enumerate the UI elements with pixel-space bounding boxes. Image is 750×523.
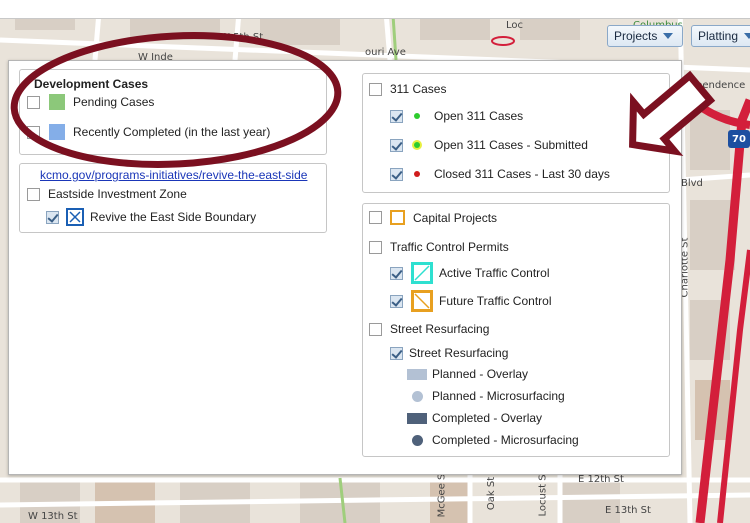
platting-menu-button[interactable]: Platting (691, 25, 750, 47)
future-traffic-row[interactable]: Future Traffic Control (390, 290, 552, 312)
map-street-label: McGee St (436, 469, 448, 518)
planned-overlay-label: Planned - Overlay (432, 367, 529, 381)
completed-micro-label: Completed - Microsurfacing (432, 433, 579, 447)
legend-completed-micro: Completed - Microsurfacing (407, 433, 579, 447)
planned-overlay-swatch (407, 368, 427, 380)
future-traffic-swatch-icon (411, 290, 433, 312)
recently-completed-checkbox[interactable] (27, 125, 40, 139)
map-street-label: ouri Ave (365, 47, 406, 58)
cases-311-row[interactable]: 311 Cases (369, 82, 446, 96)
street-resurfacing-group-label: Street Resurfacing (390, 322, 490, 336)
open-311-submitted-checkbox[interactable] (390, 138, 403, 152)
street-resurfacing-group-checkbox[interactable] (369, 322, 382, 336)
map-street-label: W 13th St (28, 511, 78, 522)
completed-overlay-label: Completed - Overlay (432, 411, 543, 425)
traffic-permits-checkbox[interactable] (369, 240, 382, 254)
map-street-label: pendence (696, 80, 746, 91)
active-traffic-checkbox[interactable] (390, 266, 403, 280)
eastside-zone-row[interactable]: Eastside Investment Zone (27, 187, 187, 201)
layers-panel: Development Cases Pending Cases Recently… (8, 60, 682, 475)
open-311-submitted-label: Open 311 Cases - Submitted (434, 138, 588, 152)
street-resurfacing-layer-checkbox[interactable] (390, 346, 403, 360)
revive-east-side-link[interactable]: kcmo.gov/programs-initiatives/revive-the… (40, 168, 307, 182)
active-traffic-label: Active Traffic Control (439, 266, 550, 280)
closed-311-dot-icon (414, 171, 420, 177)
platting-menu-label: Platting (698, 29, 739, 43)
legend-planned-overlay: Planned - Overlay (407, 367, 528, 381)
open-311-checkbox[interactable] (390, 109, 403, 123)
eastside-zone-label: Eastside Investment Zone (48, 187, 187, 201)
cases-311-group: 311 Cases Open 311 Cases Open 311 Cases … (362, 73, 670, 193)
future-traffic-label: Future Traffic Control (439, 294, 552, 308)
projects-menu-label: Projects (614, 29, 658, 43)
planned-micro-label: Planned - Microsurfacing (432, 389, 565, 403)
projects-group: Capital Projects Traffic Control Permits… (362, 203, 670, 457)
map-street-label: E 13th St (605, 505, 651, 516)
completed-micro-swatch-wrap (407, 433, 427, 447)
capital-projects-swatch (390, 210, 405, 225)
street-resurfacing-group-row[interactable]: Street Resurfacing (369, 322, 489, 336)
map-street-label: Oak St (486, 476, 498, 511)
chevron-down-icon (744, 33, 750, 39)
pending-cases-checkbox[interactable] (27, 95, 40, 109)
active-traffic-row[interactable]: Active Traffic Control (390, 262, 549, 284)
boundary-checkbox[interactable] (46, 210, 59, 224)
map-street-label: Loc (506, 20, 524, 31)
recently-completed-row[interactable]: Recently Completed (in the last year) (27, 124, 270, 140)
open-311-submitted-row[interactable]: Open 311 Cases - Submitted (390, 138, 588, 152)
boundary-legend-icon (66, 208, 84, 226)
map-street-label: E 12th St (578, 474, 624, 485)
map-street-label: W 5th St (220, 32, 264, 43)
open-311-dot-icon (414, 113, 420, 119)
street-resurfacing-layer-row[interactable]: Street Resurfacing (390, 346, 508, 360)
eastside-zone-checkbox[interactable] (27, 187, 40, 201)
open-311-label: Open 311 Cases (434, 109, 524, 123)
pending-cases-row[interactable]: Pending Cases (27, 94, 154, 110)
recently-completed-label: Recently Completed (in the last year) (73, 125, 271, 139)
eastside-investment-group: kcmo.gov/programs-initiatives/revive-the… (19, 163, 327, 233)
recently-completed-swatch (49, 124, 65, 140)
open-311-submitted-dot-icon (414, 142, 420, 148)
top-bar (0, 0, 750, 19)
closed-311-label: Closed 311 Cases - Last 30 days (434, 167, 610, 181)
cases-311-label: 311 Cases (390, 82, 447, 96)
capital-projects-checkbox[interactable] (369, 211, 382, 224)
projects-menu-button[interactable]: Projects (607, 25, 683, 47)
boundary-label: Revive the East Side Boundary (90, 210, 257, 224)
boundary-row[interactable]: Revive the East Side Boundary (46, 208, 256, 226)
street-resurfacing-layer-label: Street Resurfacing (409, 346, 509, 360)
completed-micro-swatch (411, 435, 423, 447)
legend-completed-overlay: Completed - Overlay (407, 411, 542, 425)
traffic-permits-label: Traffic Control Permits (390, 240, 509, 254)
map-street-label: Blvd (681, 178, 703, 189)
traffic-permits-row[interactable]: Traffic Control Permits (369, 240, 509, 254)
future-traffic-checkbox[interactable] (390, 294, 403, 308)
development-cases-title: Development Cases (34, 77, 149, 91)
eastside-link-row: kcmo.gov/programs-initiatives/revive-the… (40, 168, 307, 182)
planned-micro-swatch (411, 391, 423, 403)
capital-projects-label: Capital Projects (413, 210, 498, 225)
closed-311-row[interactable]: Closed 311 Cases - Last 30 days (390, 167, 610, 181)
active-traffic-swatch-icon (411, 262, 433, 284)
map-street-label: Locust St (537, 470, 549, 517)
legend-planned-micro: Planned - Microsurfacing (407, 389, 565, 403)
map-highway-label: 70 (732, 134, 746, 145)
completed-overlay-swatch (407, 412, 427, 424)
planned-micro-swatch-wrap (407, 389, 427, 403)
pending-cases-swatch (49, 94, 65, 110)
capital-projects-row[interactable]: Capital Projects (369, 210, 497, 225)
closed-311-checkbox[interactable] (390, 167, 403, 181)
open-311-row[interactable]: Open 311 Cases (390, 109, 523, 123)
development-cases-group: Development Cases Pending Cases Recently… (19, 69, 327, 155)
cases-311-checkbox[interactable] (369, 82, 382, 96)
chevron-down-icon (663, 33, 674, 39)
pending-cases-label: Pending Cases (73, 95, 155, 109)
